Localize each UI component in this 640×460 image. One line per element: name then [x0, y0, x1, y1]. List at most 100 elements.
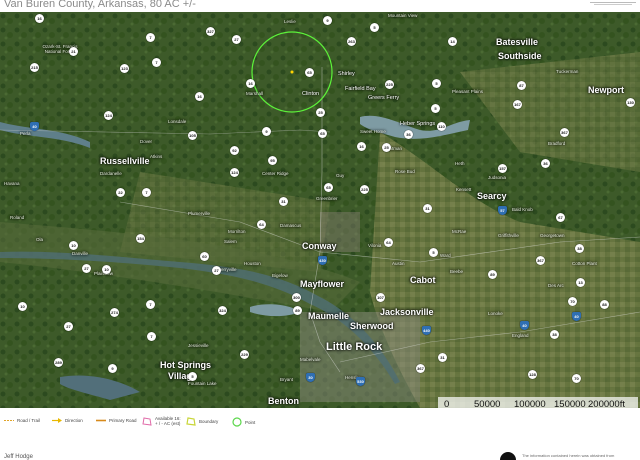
- interstate-shield: 40: [520, 321, 529, 330]
- route-shield: 9: [323, 16, 332, 25]
- place-label: Rose Bud: [395, 169, 415, 174]
- city-label: Mayflower: [300, 279, 345, 289]
- place-label: Mountain View: [388, 13, 418, 18]
- route-shield: 36: [404, 130, 413, 139]
- place-label: Dardanelle: [100, 171, 122, 176]
- route-shield: 105: [188, 131, 197, 140]
- route-shield: 124: [104, 111, 113, 120]
- place-label: Danville: [72, 251, 89, 256]
- point-circle-icon: [232, 417, 242, 427]
- scale-label: 50000: [474, 399, 501, 408]
- place-label: Dover: [140, 139, 153, 144]
- place-label: Damascus: [280, 223, 302, 228]
- route-shield: 21: [69, 47, 78, 56]
- route-shield: 324: [218, 306, 227, 315]
- road-line-icon: [4, 420, 14, 421]
- route-shield: 87: [517, 81, 526, 90]
- route-shield: 31: [279, 197, 288, 206]
- title-bar: Van Buren County, Arkansas, 80 AC +/-: [0, 0, 640, 12]
- route-shield: 36: [541, 159, 550, 168]
- city-label: Russellville: [100, 156, 150, 166]
- place-label: Austin: [392, 261, 405, 266]
- agent-name: Jeff Hodge: [4, 454, 33, 460]
- scale-label: 0: [444, 399, 450, 408]
- place-label: Tuckerman: [556, 69, 579, 74]
- place-label: Ozark-St. Francis National Forest: [42, 44, 78, 54]
- route-shield: 31: [438, 353, 447, 362]
- route-shield: 89: [488, 270, 497, 279]
- route-shield: 60: [200, 252, 209, 261]
- city-label: Batesville: [496, 37, 539, 47]
- route-shield: 70: [572, 374, 581, 383]
- primary-road-icon: [96, 419, 106, 422]
- route-shield: 67: [556, 213, 565, 222]
- place-label: Pleasant Plains: [452, 89, 484, 94]
- arrow-icon: [52, 418, 62, 423]
- route-shield: 5: [432, 79, 441, 88]
- route-shield: 167: [513, 100, 522, 109]
- route-shield: 14: [448, 37, 457, 46]
- place-label: Havana: [4, 181, 20, 186]
- route-shield: 16: [35, 14, 44, 23]
- legend-item-boundary: Boundary: [186, 417, 218, 426]
- route-shield: 9: [108, 364, 117, 373]
- route-shield: 7: [152, 58, 161, 67]
- place-label: Lonoke: [488, 311, 503, 316]
- place-label: Shirley: [338, 71, 355, 77]
- route-shield: 110: [437, 122, 446, 131]
- route-shield: 215: [30, 63, 39, 72]
- parcel-outline-icon: [142, 417, 152, 427]
- place-label: Greenbrier: [316, 196, 338, 201]
- route-shield: 130: [626, 98, 635, 107]
- route-shield: 27: [82, 264, 91, 273]
- route-shield: 9: [262, 127, 271, 136]
- place-label: Bald Knob: [512, 207, 533, 212]
- route-shield: 7: [146, 33, 155, 42]
- interstate-shield: 30: [306, 373, 315, 382]
- city-label: Cabot: [410, 275, 436, 285]
- route-shield: 128: [528, 370, 537, 379]
- place-label: Perla: [20, 131, 31, 136]
- route-shield: 157: [498, 164, 507, 173]
- city-label: Hot Springs: [160, 360, 211, 370]
- route-shield: 154: [136, 234, 145, 243]
- city-label: Southside: [498, 51, 542, 61]
- route-shield: 92: [230, 146, 239, 155]
- place-label: Fairfield Bay: [345, 86, 376, 92]
- satellite-map[interactable]: Little Rock Conway Mayflower Maumelle Sh…: [0, 12, 640, 408]
- route-shield: 7: [142, 188, 151, 197]
- route-shield: 38: [575, 244, 584, 253]
- city-label: Maumelle: [308, 311, 350, 321]
- route-shield: 367: [536, 256, 545, 265]
- place-label: Griffithville: [498, 233, 519, 238]
- map-imagery: [0, 12, 640, 408]
- place-label: Greers Ferry: [368, 95, 400, 101]
- route-shield: 27: [64, 322, 73, 331]
- place-label: Jessieville: [188, 343, 209, 348]
- place-label: Sweet Home: [360, 129, 386, 134]
- route-shield: 25: [316, 108, 325, 117]
- boundary-outline-icon: [186, 417, 196, 426]
- place-label: Fountain Lake: [188, 381, 217, 386]
- route-shield: 263: [347, 37, 356, 46]
- route-shield: 225: [360, 185, 369, 194]
- place-label: Clinton: [302, 91, 320, 97]
- route-shield: 274: [110, 308, 119, 317]
- place-label: Bryant: [280, 377, 294, 382]
- route-shield: 5: [429, 248, 438, 257]
- brand-logo: [590, 2, 636, 5]
- place-label: Ward: [440, 253, 451, 258]
- route-shield: 229: [240, 350, 249, 359]
- interstate-shield: 40: [30, 122, 39, 131]
- route-shield: 367: [416, 364, 425, 373]
- city-label: Sherwood: [350, 321, 394, 331]
- city-label: Newport: [588, 85, 624, 95]
- place-label: Bigelow: [272, 273, 288, 278]
- place-label: Marshall: [246, 91, 264, 96]
- route-shield: 22: [116, 188, 125, 197]
- place-label: Salem: [224, 239, 237, 244]
- route-shield: 124: [230, 168, 239, 177]
- legend-item-road: Road / Trail: [4, 417, 40, 424]
- interstate-shield: 440: [422, 326, 431, 335]
- place-label: Kensett: [456, 187, 472, 192]
